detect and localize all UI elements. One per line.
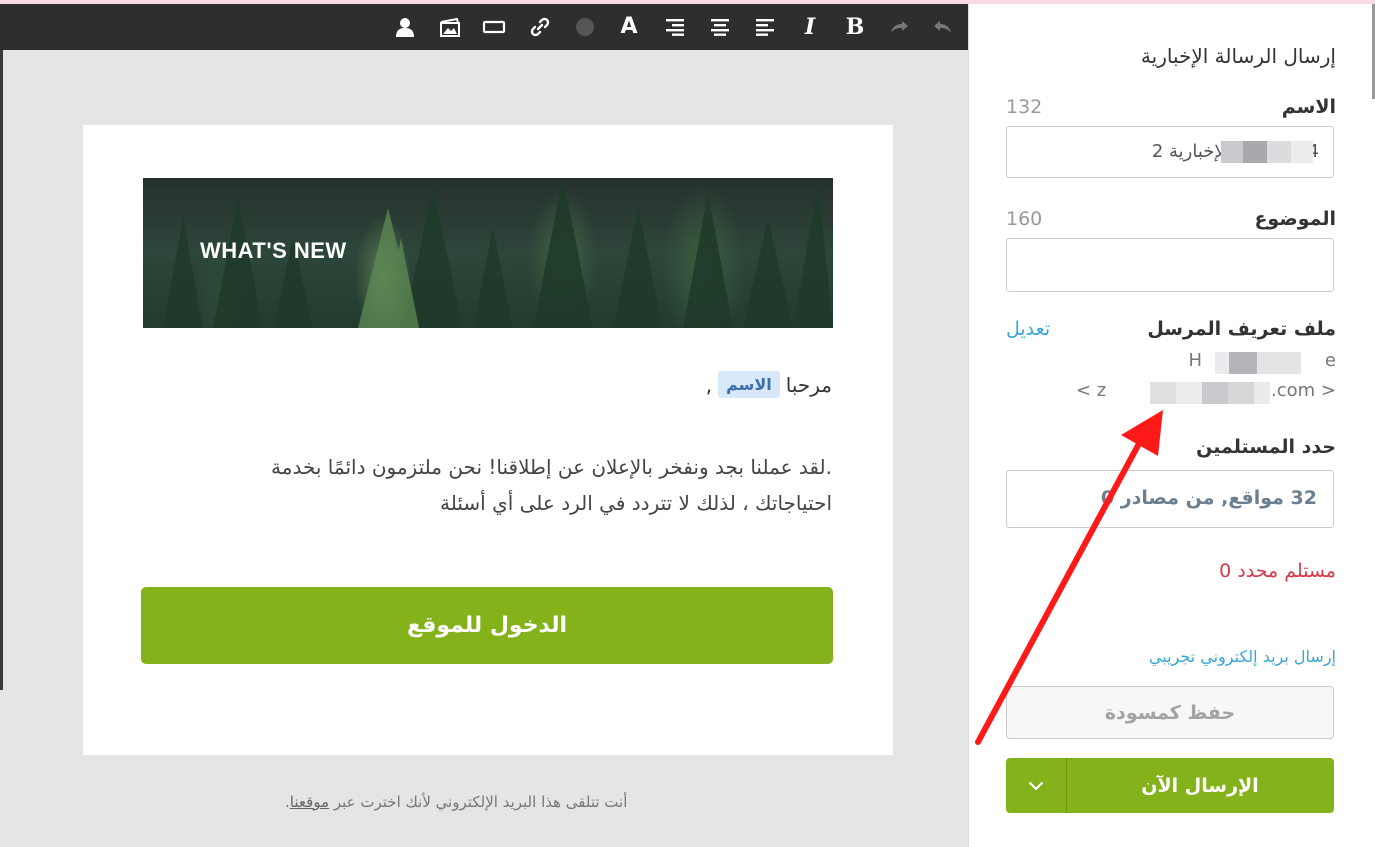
name-char-count: 132 (1006, 96, 1043, 118)
align-center-icon[interactable] (707, 14, 733, 40)
font-color-glyph: A (620, 14, 638, 39)
edit-sender-link[interactable]: تعديل (1006, 318, 1050, 340)
panel-title: إرسال الرسالة الإخبارية (1140, 44, 1336, 68)
editor-toolbar: B I A (0, 4, 968, 50)
align-left-icon[interactable] (752, 14, 778, 40)
footer-site-link[interactable]: موقعنا (290, 793, 329, 811)
send-button-divider (1066, 758, 1067, 813)
undo-icon[interactable] (930, 14, 956, 40)
redaction-block (1267, 141, 1291, 163)
greeting-line: مرحبا الاسم , (706, 371, 832, 398)
footer-note: أنت تتلقى هذا البريد الإلكتروني لأنك اخت… (285, 793, 627, 811)
editor-left-edge (0, 50, 3, 690)
redaction-block (1254, 382, 1270, 404)
image-icon[interactable] (437, 14, 463, 40)
name-merge-tag[interactable]: الاسم (718, 371, 780, 398)
greeting-suffix: , (705, 372, 713, 397)
name-field[interactable]: الرسائل الإخبارية 2 4 (1006, 126, 1334, 178)
italic-button[interactable]: I (797, 14, 823, 40)
redaction-block (1291, 141, 1313, 163)
font-color-button[interactable]: A (616, 14, 642, 40)
subject-label: الموضوع (1254, 208, 1336, 230)
italic-glyph: I (804, 14, 816, 40)
redaction-block (1150, 382, 1176, 404)
redo-icon[interactable] (886, 14, 912, 40)
send-test-email-link[interactable]: إرسال بريد إلكتروني تجريبي (1149, 647, 1336, 666)
redaction-block (1176, 382, 1202, 404)
chevron-down-icon (1028, 781, 1044, 790)
recipients-label: حدد المستلمين (1196, 436, 1336, 458)
redaction-block (1221, 141, 1243, 163)
sender-name-end: e (1324, 350, 1336, 371)
send-now-group: الإرسال الآن (1006, 758, 1334, 813)
redaction-block (1228, 382, 1254, 404)
recipients-selector[interactable]: 32 مواقع, من مصادر 0 (1006, 470, 1334, 528)
subject-char-count: 160 (1006, 208, 1043, 230)
sender-profile-label: ملف تعريف المرسل (1147, 318, 1336, 340)
send-options-dropdown[interactable] (1006, 758, 1066, 813)
personalize-user-icon[interactable] (392, 14, 418, 40)
visit-site-button[interactable]: الدخول للموقع (141, 587, 833, 664)
email-preview: WHAT'S NEW مرحبا الاسم , .لقد عملنا بجد … (83, 125, 893, 755)
email-body-text[interactable]: .لقد عملنا بجد ونفخر بالإعلان عن إطلاقنا… (132, 449, 832, 521)
redaction-block (1202, 382, 1228, 404)
button-block-icon[interactable] (481, 14, 507, 40)
footer-note-text: أنت تتلقى هذا البريد الإلكتروني لأنك اخت… (329, 793, 628, 811)
color-picker-icon[interactable] (572, 14, 598, 40)
redaction-block (1257, 352, 1301, 374)
send-newsletter-panel: إرسال الرسالة الإخبارية الاسم 132 الرسائ… (968, 4, 1375, 847)
greeting-text: مرحبا (785, 372, 832, 397)
redaction-block (1229, 352, 1257, 374)
selected-recipients-count: مستلم محدد 0 (1219, 560, 1336, 582)
body-line-1: .لقد عملنا بجد ونفخر بالإعلان عن إطلاقنا… (271, 455, 832, 479)
redaction-block (1243, 141, 1267, 163)
save-draft-button[interactable]: حفظ كمسودة (1006, 686, 1334, 739)
sender-name-start: H (1188, 350, 1202, 371)
align-right-icon[interactable] (662, 14, 688, 40)
body-line-2: احتياجاتك ، لذلك لا تتردد في الرد على أي… (440, 491, 832, 515)
bold-glyph: B (845, 14, 865, 40)
recipients-value: 32 مواقع, من مصادر 0 (1100, 487, 1317, 509)
send-now-button[interactable]: الإرسال الآن (1066, 758, 1334, 813)
link-icon[interactable] (527, 14, 553, 40)
header-banner-image[interactable]: WHAT'S NEW (143, 178, 833, 328)
banner-text: WHAT'S NEW (200, 238, 347, 263)
subject-field[interactable] (1006, 238, 1334, 292)
bold-button[interactable]: B (842, 14, 868, 40)
name-label: الاسم (1281, 96, 1336, 118)
